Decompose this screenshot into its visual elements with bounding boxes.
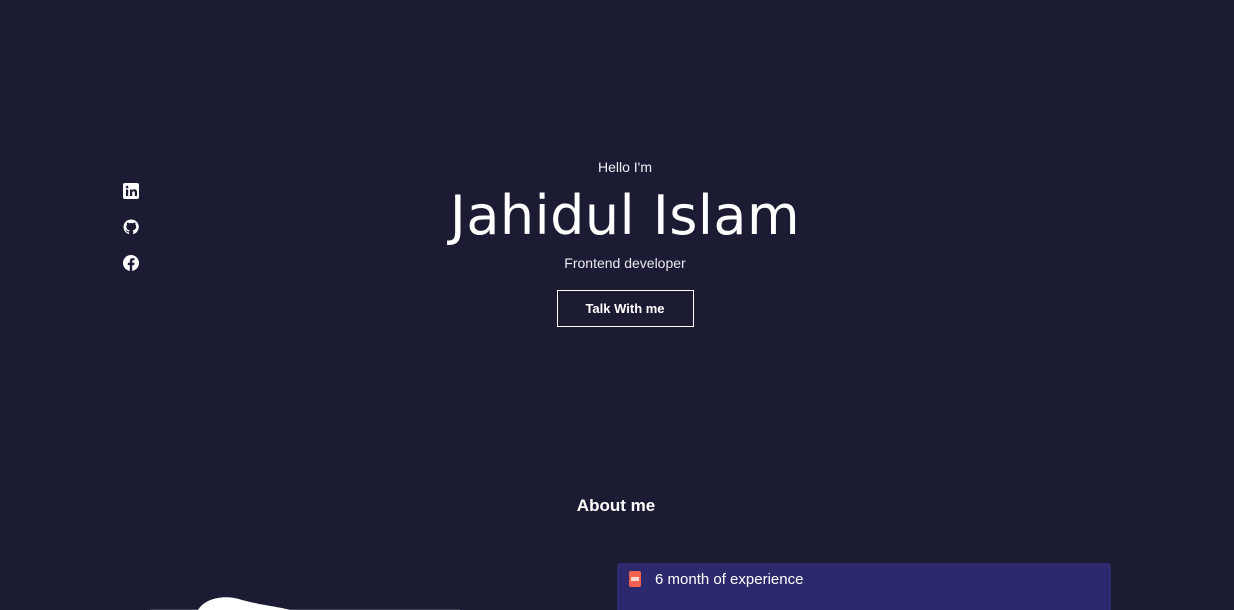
hero-section: Hello I'm Jahidul Islam Frontend develop… xyxy=(0,158,1234,327)
about-heading: About me xyxy=(576,496,656,515)
talk-with-me-button[interactable]: Talk With me xyxy=(556,290,694,327)
hero-role: Frontend developer xyxy=(564,255,686,271)
hero-name: Jahidul Islam xyxy=(449,184,801,247)
greeting-text: Hello I'm xyxy=(597,159,653,175)
portfolio-page: Hello I'm Jahidul Islam Frontend develop… xyxy=(0,0,1234,610)
about-illustration xyxy=(150,597,460,610)
experience-text: 6 month of experience xyxy=(655,570,804,588)
document-icon xyxy=(629,571,641,587)
experience-card: 6 month of experience xyxy=(617,563,1111,610)
